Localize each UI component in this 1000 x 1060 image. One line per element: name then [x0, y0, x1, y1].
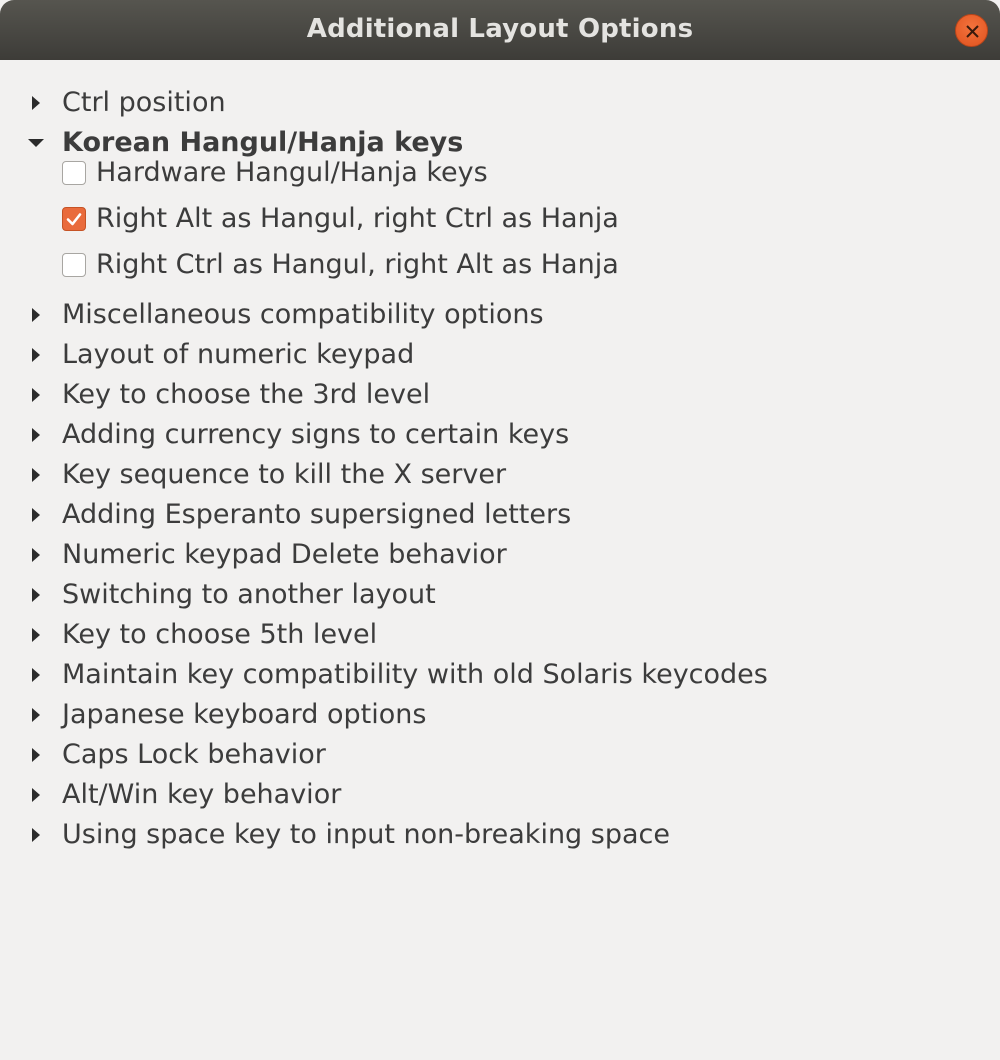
expander-collapsed-icon[interactable]	[27, 666, 45, 684]
checkbox-unchecked[interactable]	[62, 253, 86, 277]
option-row[interactable]: Caps Lock behavior	[0, 734, 1000, 774]
expander-collapsed-icon[interactable]	[27, 386, 45, 404]
close-icon	[966, 25, 979, 38]
option-label: Ctrl position	[62, 87, 226, 118]
option-row[interactable]: Japanese keyboard options	[0, 694, 1000, 734]
suboption-right-alt-hangul[interactable]: Right Alt as Hangul, right Ctrl as Hanja	[0, 198, 1000, 242]
suboption-right-ctrl-hangul[interactable]: Right Ctrl as Hangul, right Alt as Hanja	[0, 244, 1000, 288]
option-row[interactable]: Key sequence to kill the X server	[0, 454, 1000, 494]
expander-collapsed-icon[interactable]	[27, 586, 45, 604]
title-bar[interactable]: Additional Layout Options	[0, 0, 1000, 60]
expander-collapsed-icon[interactable]	[27, 626, 45, 644]
option-row[interactable]: Layout of numeric keypad	[0, 334, 1000, 374]
option-label: Alt/Win key behavior	[62, 779, 342, 810]
option-ctrl-position[interactable]: Ctrl position	[0, 82, 1000, 122]
option-row[interactable]: Adding currency signs to certain keys	[0, 414, 1000, 454]
option-label: Adding currency signs to certain keys	[62, 419, 570, 450]
expander-expanded-icon[interactable]	[27, 134, 45, 152]
option-row[interactable]: Alt/Win key behavior	[0, 774, 1000, 814]
option-label: Using space key to input non-breaking sp…	[62, 819, 670, 850]
option-label: Numeric keypad Delete behavior	[62, 539, 507, 570]
option-label: Caps Lock behavior	[62, 739, 326, 770]
option-label: Layout of numeric keypad	[62, 339, 415, 370]
option-label: Key to choose the 3rd level	[62, 379, 431, 410]
suboption-label: Hardware Hangul/Hanja keys	[96, 157, 488, 188]
option-label: Miscellaneous compatibility options	[62, 299, 544, 330]
expander-collapsed-icon[interactable]	[27, 346, 45, 364]
option-row[interactable]: Maintain key compatibility with old Sola…	[0, 654, 1000, 694]
option-row[interactable]: Key to choose 5th level	[0, 614, 1000, 654]
checkbox-checked[interactable]	[62, 207, 86, 231]
option-label: Japanese keyboard options	[62, 699, 427, 730]
expander-collapsed-icon[interactable]	[27, 94, 45, 112]
option-row[interactable]: Using space key to input non-breaking sp…	[0, 814, 1000, 854]
option-label: Adding Esperanto supersigned letters	[62, 499, 572, 530]
expander-collapsed-icon[interactable]	[27, 426, 45, 444]
option-label: Switching to another layout	[62, 579, 436, 610]
expander-collapsed-icon[interactable]	[27, 546, 45, 564]
expander-collapsed-icon[interactable]	[27, 826, 45, 844]
option-row[interactable]: Adding Esperanto supersigned letters	[0, 494, 1000, 534]
option-row[interactable]: Key to choose the 3rd level	[0, 374, 1000, 414]
checkbox-unchecked[interactable]	[62, 161, 86, 185]
option-row[interactable]: Switching to another layout	[0, 574, 1000, 614]
window-title: Additional Layout Options	[306, 14, 694, 44]
suboption-label: Right Ctrl as Hangul, right Alt as Hanja	[96, 249, 619, 280]
expander-collapsed-icon[interactable]	[27, 786, 45, 804]
option-label: Key to choose 5th level	[62, 619, 378, 650]
option-row[interactable]: Numeric keypad Delete behavior	[0, 534, 1000, 574]
checkmark-icon	[66, 213, 82, 226]
expander-collapsed-icon[interactable]	[27, 746, 45, 764]
suboption-label: Right Alt as Hangul, right Ctrl as Hanja	[96, 203, 619, 234]
expander-collapsed-icon[interactable]	[27, 306, 45, 324]
dialog-window: Additional Layout Options Ctrl position …	[0, 0, 1000, 1060]
option-label: Maintain key compatibility with old Sola…	[62, 659, 768, 690]
expander-collapsed-icon[interactable]	[27, 466, 45, 484]
option-label: Key sequence to kill the X server	[62, 459, 507, 490]
expander-collapsed-icon[interactable]	[27, 506, 45, 524]
close-button[interactable]	[955, 14, 988, 47]
expander-collapsed-icon[interactable]	[27, 706, 45, 724]
option-row[interactable]: Miscellaneous compatibility options	[0, 294, 1000, 334]
suboption-hardware-hangul[interactable]: Hardware Hangul/Hanja keys	[0, 152, 1000, 196]
